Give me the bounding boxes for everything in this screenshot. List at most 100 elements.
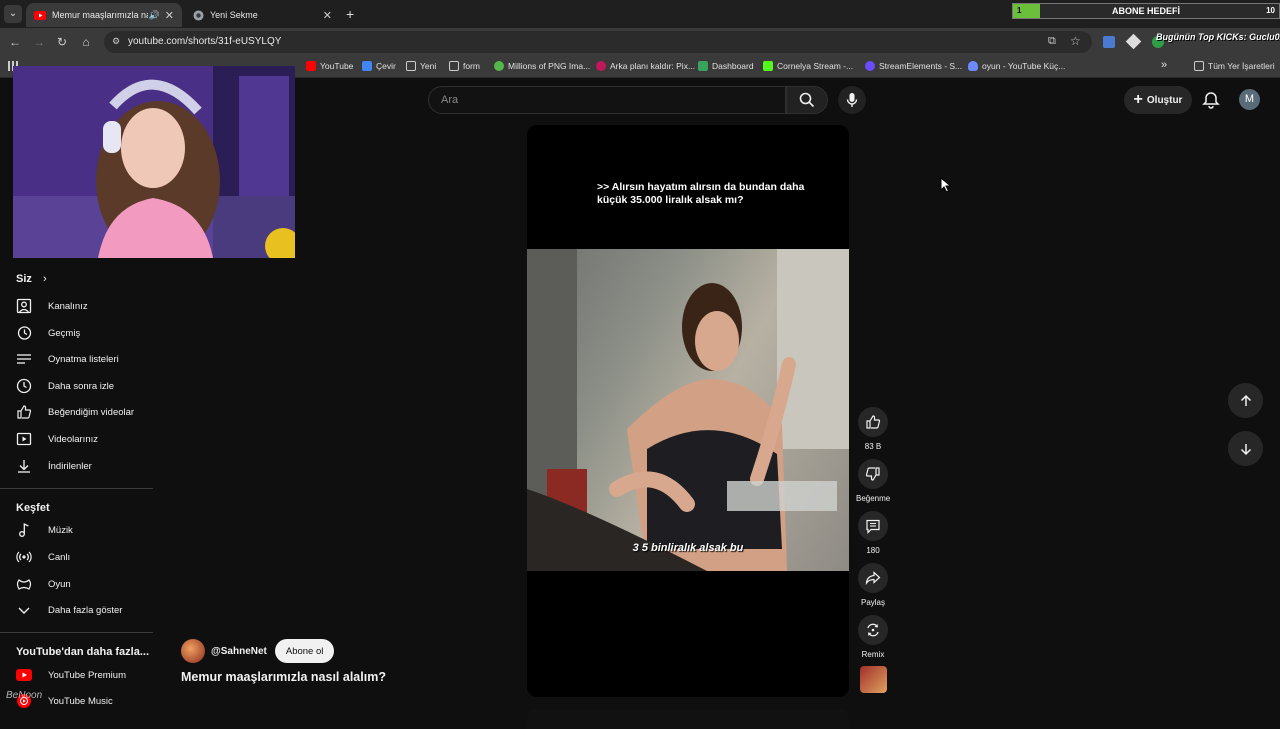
chevron-down-icon — [16, 602, 32, 618]
video-frame: 3 5 binliralık alsak bu — [527, 249, 849, 571]
sidebar-item-label: Videolarınız — [48, 433, 98, 445]
sidebar-item-youtube-premium[interactable]: YouTube Premium — [16, 664, 156, 686]
channel-avatar[interactable] — [181, 639, 205, 663]
share-label: Paylaş — [860, 598, 885, 607]
omnibox[interactable]: ⚙ youtube.com/shorts/31f-eUSYLQY ⧉ ☆ — [104, 31, 1092, 53]
dislike-button[interactable] — [858, 459, 888, 489]
create-button[interactable]: + Oluştur — [1124, 86, 1192, 114]
arrow-up-icon — [1240, 394, 1251, 406]
account-avatar[interactable]: M — [1239, 89, 1260, 110]
speaker-icon[interactable]: 🔊 — [149, 10, 160, 21]
folder-icon — [449, 61, 459, 71]
gamepad-icon — [16, 576, 32, 592]
remix-button[interactable] — [858, 615, 888, 645]
remix-action: Remix — [856, 615, 890, 659]
sidebar-item-playlists[interactable]: Oynatma listeleri — [16, 348, 156, 370]
video-title[interactable]: Memur maaşlarımızla nasıl alalım? — [181, 670, 386, 684]
reload-icon[interactable]: ↻ — [55, 35, 69, 49]
subscriber-goal-target: 10 — [1266, 6, 1275, 15]
bookmark-item[interactable]: Çevir — [362, 61, 396, 71]
sidebar-item-kanaliniz[interactable]: Kanalınız — [16, 295, 156, 317]
next-short-button[interactable] — [1228, 431, 1263, 466]
pixelcut-icon — [596, 61, 606, 71]
translate-icon — [362, 61, 372, 71]
like-button[interactable] — [858, 407, 888, 437]
new-tab-button[interactable]: + — [346, 6, 354, 22]
all-bookmarks-button[interactable]: Tüm Yer İşaretleri — [1194, 61, 1275, 71]
sidebar-item-show-more[interactable]: Daha fazla göster — [16, 599, 156, 621]
bookmark-folder[interactable]: form — [449, 61, 480, 71]
tab-youtube[interactable]: Memur maaşlarımızla nasıl alalım? 🔊 ✕ — [26, 3, 182, 27]
tab-search-button[interactable]: ⌄ — [4, 5, 22, 23]
install-icon[interactable]: ⧉ — [1048, 35, 1056, 48]
search-input[interactable]: Ara — [428, 86, 786, 114]
share-button[interactable] — [858, 563, 888, 593]
sidebar-item-liked-videos[interactable]: Beğendiğim videolar — [16, 401, 156, 423]
channel-name[interactable]: @SahneNet — [211, 646, 267, 657]
close-tab-icon[interactable]: ✕ — [323, 9, 332, 22]
subscribe-button[interactable]: Abone ol — [274, 639, 335, 663]
url-text[interactable]: youtube.com/shorts/31f-eUSYLQY — [128, 36, 281, 47]
youtube-premium-icon — [16, 667, 32, 683]
like-action: 83 B — [856, 407, 890, 451]
voice-search-button[interactable] — [838, 86, 866, 114]
bookmark-item[interactable]: YouTube — [306, 61, 353, 71]
bookmark-item[interactable]: Dashboard — [698, 61, 754, 71]
back-icon[interactable]: ← — [8, 35, 22, 49]
sidebar-item-music[interactable]: Müzik — [16, 519, 156, 541]
search-button[interactable] — [786, 86, 828, 114]
person-box-icon — [16, 298, 32, 314]
video-subtitle: 3 5 binliralık alsak bu — [632, 542, 744, 554]
thumb-down-icon — [865, 467, 880, 481]
sidebar-item-watch-later[interactable]: Daha sonra izle — [16, 375, 156, 397]
bookmark-item[interactable]: Cornelya Stream -... — [763, 61, 853, 71]
mouse-cursor-icon — [940, 177, 952, 193]
sidebar-item-gecmis[interactable]: Geçmiş — [16, 322, 156, 344]
next-short-preview[interactable] — [527, 709, 849, 729]
sidebar-item-label: YouTube Premium — [48, 669, 126, 681]
sound-thumbnail[interactable] — [860, 666, 887, 693]
streamer-logo: BeNoon — [6, 690, 43, 701]
chevron-right-icon: › — [42, 273, 47, 285]
previous-short-button[interactable] — [1228, 383, 1263, 418]
forward-icon[interactable]: → — [32, 35, 46, 49]
live-icon — [16, 549, 32, 565]
tab-new-tab[interactable]: Yeni Sekme ✕ — [184, 3, 340, 27]
plus-icon: + — [1133, 91, 1143, 108]
music-note-icon — [16, 522, 32, 538]
bookmark-item[interactable]: StreamElements - S... — [865, 61, 962, 71]
address-bar-row: ← → ↻ ⌂ ⚙ youtube.com/shorts/31f-eUSYLQY… — [0, 28, 1280, 56]
close-tab-icon[interactable]: ✕ — [165, 9, 174, 22]
sidebar-item-label: Daha fazla göster — [48, 604, 123, 616]
sidebar-item-label: Daha sonra izle — [48, 380, 115, 392]
sidebar-item-label: Canlı — [48, 551, 71, 563]
site-info-icon[interactable]: ⚙ — [112, 36, 120, 47]
extension-diamond-icon[interactable] — [1125, 33, 1142, 50]
tab-title: Yeni Sekme — [210, 10, 258, 20]
sidebar-item-live[interactable]: Canlı — [16, 546, 156, 568]
history-icon — [16, 325, 32, 341]
sidebar-item-your-videos[interactable]: Videolarınız — [16, 428, 156, 450]
sidebar-explore-header: Keşfet — [16, 502, 50, 514]
search-icon — [799, 92, 815, 108]
png-site-icon — [494, 61, 504, 71]
sidebar-you-header[interactable]: Siz › — [16, 273, 47, 285]
chrome-icon — [192, 9, 204, 21]
bookmarks-overflow-icon[interactable]: » — [1161, 59, 1167, 71]
shorts-player[interactable]: >> Alırsın hayatım alırsın da bundan dah… — [527, 125, 849, 697]
notifications-bell-icon[interactable] — [1200, 89, 1222, 111]
home-icon[interactable]: ⌂ — [79, 35, 93, 49]
extension-translate-icon[interactable] — [1103, 36, 1115, 48]
bookmark-folder[interactable]: Yeni — [406, 61, 436, 71]
bookmark-star-icon[interactable]: ☆ — [1070, 34, 1081, 48]
bookmark-item[interactable]: Arka planı kaldır: Pix... — [596, 61, 695, 71]
sidebar-item-downloads[interactable]: İndirilenler — [16, 455, 156, 477]
sidebar-item-gaming[interactable]: Oyun — [16, 573, 156, 595]
video-top-caption: >> Alırsın hayatım alırsın da bundan dah… — [597, 181, 805, 206]
sidebar-item-label: Oynatma listeleri — [48, 353, 119, 365]
bookmark-item[interactable]: oyun - YouTube Küç... — [968, 61, 1065, 71]
comments-button[interactable] — [858, 511, 888, 541]
subscriber-goal-title: ABONE HEDEFİ — [1111, 6, 1180, 16]
sidebar-divider — [0, 632, 153, 633]
bookmark-item[interactable]: Millions of PNG Ima... — [494, 61, 590, 71]
